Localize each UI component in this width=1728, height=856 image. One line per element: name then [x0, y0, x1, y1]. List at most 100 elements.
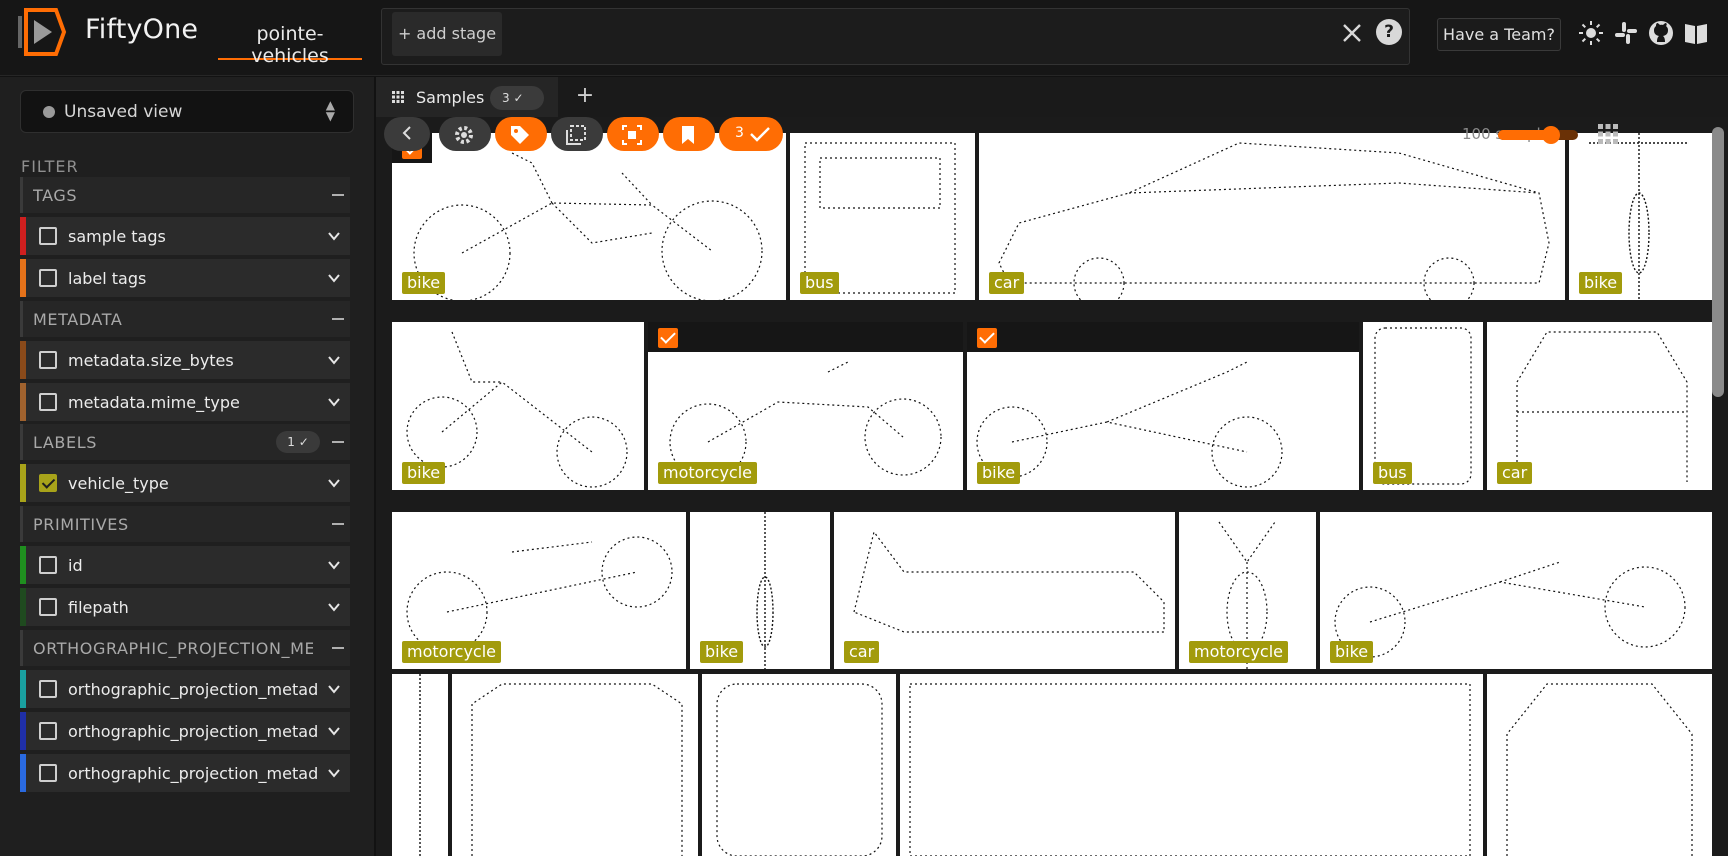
back-button[interactable]	[384, 117, 430, 151]
field-vehicle-type[interactable]: vehicle_type	[20, 464, 350, 502]
field-filepath[interactable]: filepath	[20, 588, 350, 626]
theme-icon[interactable]	[1578, 20, 1604, 46]
checkbox-checked[interactable]	[39, 474, 57, 492]
patches-button[interactable]	[551, 117, 603, 151]
zoom-slider[interactable]	[1498, 126, 1578, 144]
sample-tile[interactable]: bike	[1569, 133, 1712, 300]
sample-tile[interactable]: car	[834, 512, 1175, 669]
checkbox-checked[interactable]	[658, 328, 678, 348]
chevron-down-icon[interactable]	[328, 725, 340, 737]
sample-tile[interactable]: bike	[1320, 512, 1712, 669]
checkbox-checked[interactable]	[977, 328, 997, 348]
checkbox[interactable]	[39, 598, 57, 616]
sample-tile[interactable]	[1487, 674, 1712, 856]
sample-tile[interactable]: car	[979, 133, 1565, 300]
sample-grid: bike bus car bike bike motorcycle bike b…	[376, 117, 1728, 856]
group-title: METADATA	[33, 310, 123, 329]
field-ortho-3[interactable]: orthographic_projection_metad...	[20, 754, 350, 792]
grid-layout-icon[interactable]	[1598, 124, 1618, 144]
group-metadata[interactable]: METADATA	[20, 301, 350, 337]
field-id[interactable]: id	[20, 546, 350, 584]
field-sample-tags[interactable]: sample tags	[20, 217, 350, 255]
field-label-tags[interactable]: label tags	[20, 259, 350, 297]
sample-tile[interactable]: motorcycle	[1179, 512, 1316, 669]
checkbox[interactable]	[39, 393, 57, 411]
checkbox[interactable]	[39, 764, 57, 782]
sample-tile[interactable]	[392, 674, 448, 856]
save-view-button[interactable]	[663, 117, 715, 151]
sample-tile[interactable]	[452, 674, 698, 856]
chevron-down-icon[interactable]	[328, 477, 340, 489]
image-search-icon	[622, 125, 642, 145]
field-label: vehicle_type	[68, 474, 169, 493]
group-orthographic-projection[interactable]: ORTHOGRAPHIC_PROJECTION_MET...	[20, 630, 350, 666]
sample-tile[interactable]: bus	[1363, 322, 1483, 490]
chevron-down-icon[interactable]	[328, 683, 340, 695]
collapse-icon[interactable]	[332, 523, 344, 525]
have-a-team-button[interactable]: Have a Team?	[1437, 18, 1561, 51]
sample-tile[interactable]: motorcycle	[648, 322, 963, 490]
help-icon[interactable]: ?	[1376, 19, 1402, 45]
field-label: id	[68, 556, 83, 575]
checkbox[interactable]	[39, 227, 57, 245]
selected-samples-button[interactable]: 3	[719, 117, 783, 151]
sample-tile[interactable]: motorcycle	[392, 512, 686, 669]
tab-samples[interactable]: Samples 3 ✓	[376, 77, 558, 117]
checkbox[interactable]	[39, 722, 57, 740]
view-status-dot	[43, 106, 55, 118]
similarity-button[interactable]	[607, 117, 659, 151]
field-metadata-mime-type[interactable]: metadata.mime_type	[20, 383, 350, 421]
checkbox[interactable]	[39, 351, 57, 369]
docs-icon[interactable]	[1683, 20, 1709, 46]
field-label: orthographic_projection_metad...	[68, 722, 318, 741]
add-panel-button[interactable]: +	[572, 83, 598, 109]
chevron-down-icon[interactable]	[328, 396, 340, 408]
add-stage-button[interactable]: + add stage	[392, 12, 502, 56]
field-ortho-1[interactable]: orthographic_projection_metad...	[20, 670, 350, 708]
sample-tile[interactable]: bike	[690, 512, 830, 669]
chevron-down-icon[interactable]	[328, 767, 340, 779]
scrollbar[interactable]	[1712, 127, 1724, 397]
slack-icon[interactable]	[1613, 20, 1639, 46]
chevron-down-icon[interactable]	[328, 272, 340, 284]
github-icon[interactable]	[1648, 20, 1674, 46]
group-tags[interactable]: TAGS	[20, 177, 350, 213]
field-ortho-2[interactable]: orthographic_projection_metad...	[20, 712, 350, 750]
view-bar[interactable]: + add stage ?	[381, 8, 1410, 65]
collapse-icon[interactable]	[332, 194, 344, 196]
chevron-down-icon[interactable]	[328, 559, 340, 571]
collapse-icon[interactable]	[332, 441, 344, 443]
collapse-icon[interactable]	[332, 318, 344, 320]
sample-tile[interactable]	[702, 674, 896, 856]
sample-tile[interactable]: bike	[967, 322, 1359, 490]
field-label: filepath	[68, 598, 129, 617]
grid-icon	[392, 91, 404, 103]
sample-tile[interactable]: bike	[392, 322, 644, 490]
dataset-selector[interactable]: pointe-vehicles	[218, 10, 362, 67]
label-badge: car	[844, 641, 880, 663]
slider-handle[interactable]	[1542, 126, 1560, 144]
tag-button[interactable]	[495, 117, 547, 151]
saved-view-selector[interactable]: Unsaved view ▲ ▼	[20, 90, 354, 133]
selection-bar[interactable]	[967, 322, 1359, 352]
close-icon[interactable]	[1340, 21, 1364, 45]
group-primitives[interactable]: PRIMITIVES	[20, 506, 350, 542]
sample-tile[interactable]: car	[1487, 322, 1712, 490]
chevron-down-icon[interactable]	[328, 230, 340, 242]
group-labels[interactable]: LABELS 1 ✓	[20, 424, 350, 460]
field-metadata-size-bytes[interactable]: metadata.size_bytes	[20, 341, 350, 379]
chevron-down-icon[interactable]	[328, 354, 340, 366]
sample-tile[interactable]: bus	[790, 133, 975, 300]
checkbox[interactable]	[39, 680, 57, 698]
checkbox[interactable]	[39, 556, 57, 574]
sample-tile[interactable]	[900, 674, 1483, 856]
collapse-icon[interactable]	[332, 647, 344, 649]
fiftyone-logo-icon[interactable]	[16, 6, 68, 58]
chevron-down-icon[interactable]	[328, 601, 340, 613]
settings-button[interactable]	[439, 117, 491, 151]
label-badge: bike	[1579, 272, 1623, 294]
checkbox[interactable]	[39, 269, 57, 287]
selection-bar[interactable]	[648, 322, 963, 352]
label-badge: bike	[402, 272, 446, 294]
sample-tile[interactable]: bike	[392, 133, 786, 300]
